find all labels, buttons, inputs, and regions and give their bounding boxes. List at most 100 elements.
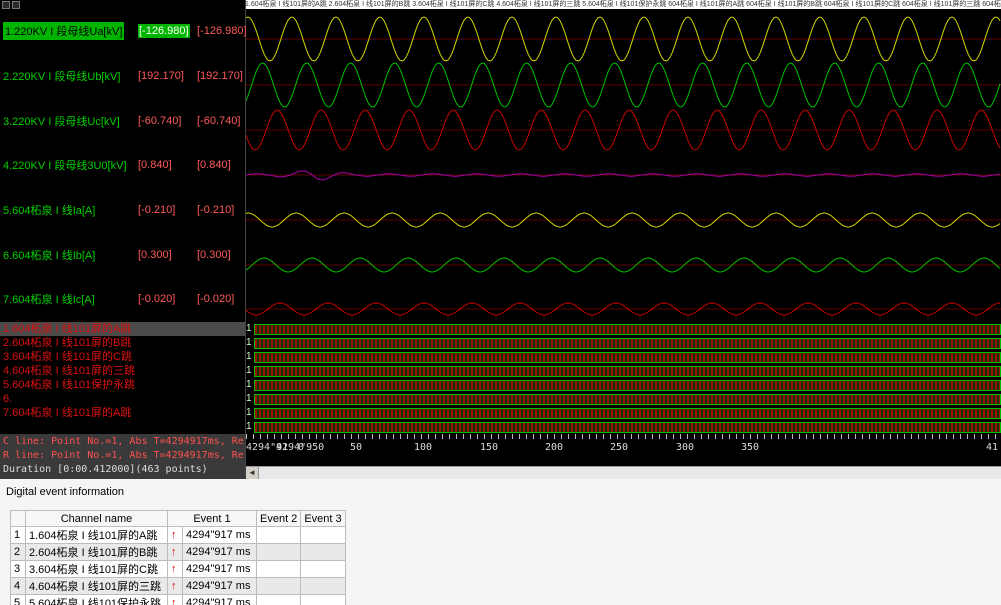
horizontal-scrollbar[interactable]: ◄ xyxy=(246,466,1001,479)
analog-cursor-value: [-0.020] xyxy=(138,293,175,305)
event2-cell xyxy=(257,578,301,595)
analog-channel-label[interactable]: 6.604柘泉 I 线Ib[A] xyxy=(3,247,95,263)
analog-cursor-value: [-0.210] xyxy=(138,204,175,216)
digital-signal-bar xyxy=(254,338,1001,349)
digital-channel-label[interactable]: 7.604柘泉 I 线101屏的A跳 xyxy=(0,406,245,420)
event-table-row[interactable]: 1 1.604柘泉 I 线101屏的A跳 ↑ 4294"917 ms xyxy=(11,527,346,544)
titlebar-text: 1.604柘泉 I 线101屏的A跳 2.604柘泉 I 线101屏的B跳 3.… xyxy=(245,0,1001,9)
analog-channel-row[interactable]: 7.604柘泉 I 线Ic[A] [-0.020] [-0.020] xyxy=(0,277,245,322)
left-arrow-icon: ◄ xyxy=(248,468,256,477)
time-axis-label: 100 xyxy=(414,442,432,453)
time-axis[interactable]: 4294"91 4294"950 0 50 100 150 200 250 30… xyxy=(246,434,1001,466)
time-axis-label: 300 xyxy=(676,442,694,453)
digital-signal-row: 1 xyxy=(246,420,1001,434)
cursor-c-status: C line: Point No.=1, Abs T=4294917ms, Re… xyxy=(0,435,245,449)
digital-channel-label[interactable]: 3.604柘泉 I 线101屏的C跳 xyxy=(0,350,245,364)
col-num-header xyxy=(11,511,26,527)
digital-signal-row: 1 xyxy=(246,378,1001,392)
digital-signal-bar xyxy=(254,394,1001,405)
analog-waveforms[interactable] xyxy=(246,9,1001,322)
event-channel-name: 5.604柘泉 I 线101保护永跳 xyxy=(26,595,168,605)
event-time: 4294"917 ms xyxy=(183,544,257,561)
digital-channel-label[interactable]: 2.604柘泉 I 线101屏的B跳 xyxy=(0,336,245,350)
event3-cell xyxy=(301,595,345,605)
digital-channel-label[interactable] xyxy=(0,420,245,434)
event-channel-name: 4.604柘泉 I 线101屏的三跳 xyxy=(26,578,168,595)
waveform-analyzer-window: 1.604柘泉 I 线101屏的A跳 2.604柘泉 I 线101屏的B跳 3.… xyxy=(0,0,1001,605)
digital-channel-list: 1.604柘泉 I 线101屏的A跳 2.604柘泉 I 线101屏的B跳 3.… xyxy=(0,322,245,434)
event2-cell xyxy=(257,527,301,544)
event-channel-name: 1.604柘泉 I 线101屏的A跳 xyxy=(26,527,168,544)
digital-signal-bar xyxy=(254,352,1001,363)
time-axis-label: 150 xyxy=(480,442,498,453)
event2-cell xyxy=(257,561,301,578)
event-row-number: 4 xyxy=(11,578,26,595)
event3-cell xyxy=(301,527,345,544)
analog-ref-value: [-0.210] xyxy=(197,204,234,216)
digital-signal-row: 1 xyxy=(246,336,1001,350)
analog-channel-row[interactable]: 2.220KV I 段母线Ub[kV] [192.170] [192.170] xyxy=(0,54,245,99)
digital-channel-label[interactable]: 4.604柘泉 I 线101屏的三跳 xyxy=(0,364,245,378)
digital-value: 1 xyxy=(246,420,254,434)
analog-channel-label[interactable]: 2.220KV I 段母线Ub[kV] xyxy=(3,68,120,84)
digital-signal-bar xyxy=(254,422,1001,433)
analog-ref-value: [-60.740] xyxy=(197,115,240,127)
analog-ref-value: [-126.980] xyxy=(197,25,247,37)
event-row-number: 5 xyxy=(11,595,26,605)
event-table: Channel name Event 1 Event 2 Event 3 1 1… xyxy=(10,510,346,605)
toolbar-icon[interactable] xyxy=(2,1,10,9)
digital-signal-bar xyxy=(254,408,1001,419)
event3-cell xyxy=(301,561,345,578)
event3-cell xyxy=(301,578,345,595)
digital-channel-label[interactable]: 6. xyxy=(0,392,245,406)
rising-edge-icon: ↑ xyxy=(168,561,183,578)
event-table-row[interactable]: 2 2.604柘泉 I 线101屏的B跳 ↑ 4294"917 ms xyxy=(11,544,346,561)
digital-value: 1 xyxy=(246,322,254,336)
analog-ref-value: [-0.020] xyxy=(197,293,234,305)
analog-channel-label[interactable]: 4.220KV I 段母线3U0[kV] xyxy=(3,157,127,173)
digital-channel-label[interactable]: 5.604柘泉 I 线101保护永跳 xyxy=(0,378,245,392)
analog-channel-row[interactable]: 6.604柘泉 I 线Ib[A] [0.300] [0.300] xyxy=(0,232,245,277)
analog-channel-row[interactable]: 4.220KV I 段母线3U0[kV] [0.840] [0.840] xyxy=(0,143,245,188)
analog-ref-value: [0.840] xyxy=(197,159,231,171)
digital-channel-label[interactable]: 1.604柘泉 I 线101屏的A跳 xyxy=(0,322,245,336)
analog-cursor-value: [0.300] xyxy=(138,249,172,261)
analog-channel-list: 1.220KV I 段母线Ua[kV] [-126.980] [-126.980… xyxy=(0,9,245,322)
col-event1-header: Event 1 xyxy=(168,511,257,527)
event-table-row[interactable]: 5 5.604柘泉 I 线101保护永跳 ↑ 4294"917 ms xyxy=(11,595,346,605)
digital-value: 1 xyxy=(246,336,254,350)
analog-channel-row[interactable]: 1.220KV I 段母线Ua[kV] [-126.980] [-126.980… xyxy=(0,9,245,54)
time-axis-ticks xyxy=(246,434,1001,439)
analog-channel-label[interactable]: 5.604柘泉 I 线Ia[A] xyxy=(3,202,95,218)
digital-value: 1 xyxy=(246,350,254,364)
analog-cursor-value: [192.170] xyxy=(138,70,184,82)
digital-value: 1 xyxy=(246,364,254,378)
event3-cell xyxy=(301,544,345,561)
digital-signal-plot[interactable]: 1 1 1 1 1 1 1 1 xyxy=(246,322,1001,434)
scroll-left-button[interactable]: ◄ xyxy=(246,467,259,479)
col-channel-name-header: Channel name xyxy=(26,511,168,527)
analog-channel-label[interactable]: 1.220KV I 段母线Ua[kV] xyxy=(3,22,124,40)
analog-channel-label[interactable]: 7.604柘泉 I 线Ic[A] xyxy=(3,291,95,307)
event-row-number: 2 xyxy=(11,544,26,561)
col-event3-header: Event 3 xyxy=(301,511,345,527)
cursor-status-panel: C line: Point No.=1, Abs T=4294917ms, Re… xyxy=(0,434,245,479)
event-row-number: 3 xyxy=(11,561,26,578)
analog-channel-label[interactable]: 3.220KV I 段母线Uc[kV] xyxy=(3,113,120,129)
time-axis-label: 200 xyxy=(545,442,563,453)
analog-cursor-value: [0.840] xyxy=(138,159,172,171)
event-table-row[interactable]: 4 4.604柘泉 I 线101屏的三跳 ↑ 4294"917 ms xyxy=(11,578,346,595)
digital-signal-bar xyxy=(254,324,1001,335)
rising-edge-icon: ↑ xyxy=(168,527,183,544)
event-table-row[interactable]: 3 3.604柘泉 I 线101屏的C跳 ↑ 4294"917 ms xyxy=(11,561,346,578)
cursor-r-status: R line: Point No.=1, Abs T=4294917ms, Re… xyxy=(0,449,245,463)
analog-channel-row[interactable]: 3.220KV I 段母线Uc[kV] [-60.740] [-60.740] xyxy=(0,98,245,143)
event2-cell xyxy=(257,544,301,561)
analog-ref-value: [192.170] xyxy=(197,70,243,82)
event-time: 4294"917 ms xyxy=(183,561,257,578)
rising-edge-icon: ↑ xyxy=(168,578,183,595)
time-axis-label: 350 xyxy=(741,442,759,453)
toolbar-icon[interactable] xyxy=(12,1,20,9)
event-table-header-row: Channel name Event 1 Event 2 Event 3 xyxy=(11,511,346,527)
analog-channel-row[interactable]: 5.604柘泉 I 线Ia[A] [-0.210] [-0.210] xyxy=(0,188,245,233)
